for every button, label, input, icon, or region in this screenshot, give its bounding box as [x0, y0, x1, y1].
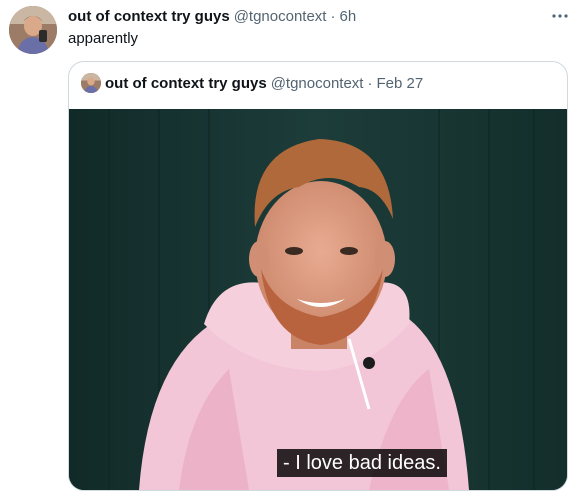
- tweet-header: out of context try guys @tgnocontext · 6…: [68, 8, 356, 28]
- quoted-tweet[interactable]: out of context try guys @tgnocontext · F…: [68, 61, 568, 491]
- quoted-author-handle: @tgnocontext: [270, 74, 364, 92]
- tweet-timestamp[interactable]: 6h: [339, 8, 356, 25]
- author-avatar[interactable]: [9, 6, 57, 54]
- quoted-author-avatar: [81, 73, 101, 93]
- video-frame-image: [69, 109, 567, 490]
- video-subtitle: - I love bad ideas.: [277, 449, 447, 477]
- quoted-tweet-date: Feb 27: [376, 74, 424, 92]
- tweet[interactable]: out of context try guys @tgnocontext · 6…: [0, 0, 585, 500]
- tweet-text: apparently: [68, 30, 139, 47]
- author-name[interactable]: out of context try guys: [68, 8, 230, 25]
- more-icon[interactable]: [550, 6, 570, 26]
- quoted-tweet-header: out of context try guys @tgnocontext · F…: [81, 73, 423, 93]
- quoted-author-name: out of context try guys: [105, 74, 267, 92]
- separator-dot: ·: [367, 74, 373, 92]
- quoted-tweet-media[interactable]: - I love bad ideas.: [69, 109, 567, 490]
- author-handle[interactable]: @tgnocontext: [234, 8, 327, 25]
- separator-dot: ·: [330, 8, 336, 25]
